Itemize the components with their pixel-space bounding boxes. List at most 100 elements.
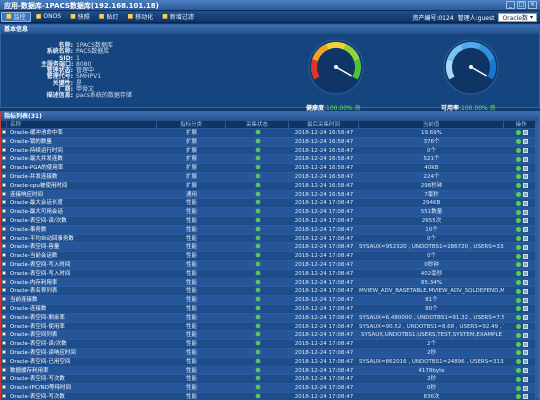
table-row[interactable]: Oracle-事务数 性能 2018-12-24 17:08:47 10个	[1, 225, 539, 235]
settings-icon[interactable]	[522, 235, 528, 241]
refresh-icon[interactable]	[515, 376, 521, 382]
settings-icon[interactable]	[522, 253, 528, 259]
table-row[interactable]: Oracle-IPC/NO等待时间 性能 2018-12-24 17:08:47 0秒	[1, 384, 539, 393]
settings-icon[interactable]	[522, 227, 528, 233]
table-row[interactable]: Oracle-表空间-写次数 性能 2018-12-24 17:08:47 836次	[1, 392, 539, 400]
table-row[interactable]: 连接响应时间 通用 2018-12-24 16:58:47 7毫秒	[1, 190, 539, 200]
col-category[interactable]: 指标分类	[157, 121, 226, 128]
refresh-icon[interactable]	[515, 191, 521, 197]
table-row[interactable]: Oracle-cpu被使用时间 扩展 2018-12-24 16:58:47 298秒…	[1, 181, 539, 191]
settings-icon[interactable]	[522, 279, 528, 285]
settings-icon[interactable]	[522, 315, 528, 321]
table-row[interactable]: Oracle-表空间-使用率 性能 2018-12-24 17:08:47 SYSAU…	[1, 322, 539, 332]
table-row[interactable]: Oracle-内存利用率 性能 2018-12-24 17:08:47 85.34%	[1, 278, 539, 288]
settings-icon[interactable]	[522, 244, 528, 250]
table-row[interactable]: Oracle-表空间-写入时间 性能 2018-12-24 17:08:47 0秒钟	[1, 260, 539, 270]
refresh-icon[interactable]	[515, 165, 521, 171]
refresh-icon[interactable]	[515, 394, 521, 400]
table-row[interactable]: Oracle-表空间-读/次数 性能 2018-12-24 17:08:47 2655…	[1, 216, 539, 226]
settings-icon[interactable]	[522, 218, 528, 224]
refresh-icon[interactable]	[515, 315, 521, 321]
refresh-icon[interactable]	[515, 332, 521, 338]
settings-icon[interactable]	[522, 271, 528, 277]
settings-icon[interactable]	[522, 156, 528, 162]
table-row[interactable]: Oracle-平均自动回事务数 性能 2018-12-24 17:08:47 0个	[1, 234, 539, 244]
tab-mobile[interactable]: ■ 移动化	[123, 12, 157, 22]
refresh-icon[interactable]	[515, 147, 521, 153]
refresh-icon[interactable]	[515, 262, 521, 268]
table-row[interactable]: Oracle-表空间-读/次数 性能 2018-12-24 17:08:47 2个	[1, 340, 539, 349]
table-row[interactable]: Oracle-最大可用会话 性能 2018-12-24 17:08:47 551数量	[1, 208, 539, 217]
refresh-icon[interactable]	[515, 297, 521, 303]
col-time[interactable]: 最后采集时间	[289, 121, 359, 128]
minimize-button[interactable]: _	[506, 1, 515, 9]
tab-lamp[interactable]: ■ 贴灯	[95, 12, 123, 22]
table-row[interactable]: Oracle-表空间-写入时间 性能 2018-12-24 17:08:47 402毫…	[1, 269, 539, 279]
tab-onos[interactable]: ■ ONOS	[32, 12, 65, 22]
refresh-icon[interactable]	[515, 341, 521, 347]
settings-icon[interactable]	[522, 394, 528, 400]
refresh-icon[interactable]	[515, 253, 521, 259]
maximize-button[interactable]: □	[517, 1, 526, 9]
table-row[interactable]: Oracle-表名称列表 性能 2018-12-24 17:08:47 MVIEW_A…	[1, 287, 539, 297]
table-row[interactable]: Oracle-表空间-读响应时间 性能 2018-12-24 17:08:47 2秒	[1, 348, 539, 358]
table-row[interactable]: Oracle-当前会话数 性能 2018-12-24 17:08:47 0个	[1, 252, 539, 261]
refresh-icon[interactable]	[515, 235, 521, 241]
refresh-icon[interactable]	[515, 350, 521, 356]
refresh-icon[interactable]	[515, 227, 521, 233]
table-row[interactable]: Oracle-锁的数量 扩展 2018-12-24 16:58:47 376个	[1, 137, 539, 147]
settings-icon[interactable]	[522, 385, 528, 391]
settings-icon[interactable]	[522, 306, 528, 312]
table-row[interactable]: Oracle-连接数 性能 2018-12-24 17:08:47 80个	[1, 304, 539, 314]
refresh-icon[interactable]	[515, 271, 521, 277]
settings-icon[interactable]	[522, 288, 528, 294]
refresh-icon[interactable]	[515, 385, 521, 391]
settings-icon[interactable]	[522, 297, 528, 303]
table-row[interactable]: 当前连接数 性能 2018-12-24 17:08:47 81个	[1, 296, 539, 305]
tab-filter[interactable]: ■ 新增过滤	[158, 12, 198, 22]
settings-icon[interactable]	[522, 191, 528, 197]
refresh-icon[interactable]	[515, 244, 521, 250]
refresh-icon[interactable]	[515, 156, 521, 162]
refresh-icon[interactable]	[515, 209, 521, 215]
settings-icon[interactable]	[522, 332, 528, 338]
settings-icon[interactable]	[522, 209, 528, 215]
table-row[interactable]: Oracle-最大并发连数 扩展 2018-12-24 16:58:47 521个	[1, 155, 539, 165]
col-name[interactable]: 名称	[7, 121, 157, 128]
col-status[interactable]: 采集状态	[226, 121, 289, 128]
refresh-icon[interactable]	[515, 183, 521, 189]
settings-icon[interactable]	[522, 341, 528, 347]
settings-icon[interactable]	[522, 359, 528, 365]
settings-icon[interactable]	[522, 367, 528, 373]
table-row[interactable]: Oracle-表空间-容量 性能 2018-12-24 17:08:47 SYSAUX…	[1, 243, 539, 253]
refresh-icon[interactable]	[515, 139, 521, 145]
table-row[interactable]: 数据缓存利用率 性能 2018-12-24 17:08:47 4178byte	[1, 366, 539, 376]
settings-icon[interactable]	[522, 147, 528, 153]
refresh-icon[interactable]	[515, 359, 521, 365]
refresh-icon[interactable]	[515, 288, 521, 294]
settings-icon[interactable]	[522, 183, 528, 189]
settings-icon[interactable]	[522, 139, 528, 145]
table-row[interactable]: Oracle-最大会话长度 性能 2018-12-24 17:08:47 294KB	[1, 199, 539, 209]
tab-snapshot[interactable]: ■ 快照	[66, 12, 94, 22]
close-button[interactable]: ×	[528, 1, 537, 9]
refresh-icon[interactable]	[515, 367, 521, 373]
table-row[interactable]: Oracle-持续运行时间 扩展 2018-12-24 16:58:47 0个	[1, 146, 539, 156]
refresh-icon[interactable]	[515, 218, 521, 224]
table-row[interactable]: Oracle-缓冲池命中率 扩展 2018-12-24 16:58:47 19.69%	[1, 129, 539, 138]
refresh-icon[interactable]	[515, 174, 521, 180]
table-row[interactable]: Oracle-PGA的使用率 扩展 2018-12-24 16:58:47 40KB	[1, 164, 539, 173]
table-row[interactable]: Oracle-表空间列表 性能 2018-12-24 17:08:47 SYSAUX,…	[1, 331, 539, 341]
db-select[interactable]: Oracle数 ▾	[498, 12, 537, 22]
settings-icon[interactable]	[522, 130, 528, 136]
refresh-icon[interactable]	[515, 306, 521, 312]
refresh-icon[interactable]	[515, 279, 521, 285]
settings-icon[interactable]	[522, 262, 528, 268]
settings-icon[interactable]	[522, 200, 528, 206]
refresh-icon[interactable]	[515, 130, 521, 136]
refresh-icon[interactable]	[515, 323, 521, 329]
settings-icon[interactable]	[522, 376, 528, 382]
tab-monitor[interactable]: ■ 监控	[1, 11, 31, 22]
settings-icon[interactable]	[522, 165, 528, 171]
scrollbar[interactable]	[535, 121, 539, 399]
